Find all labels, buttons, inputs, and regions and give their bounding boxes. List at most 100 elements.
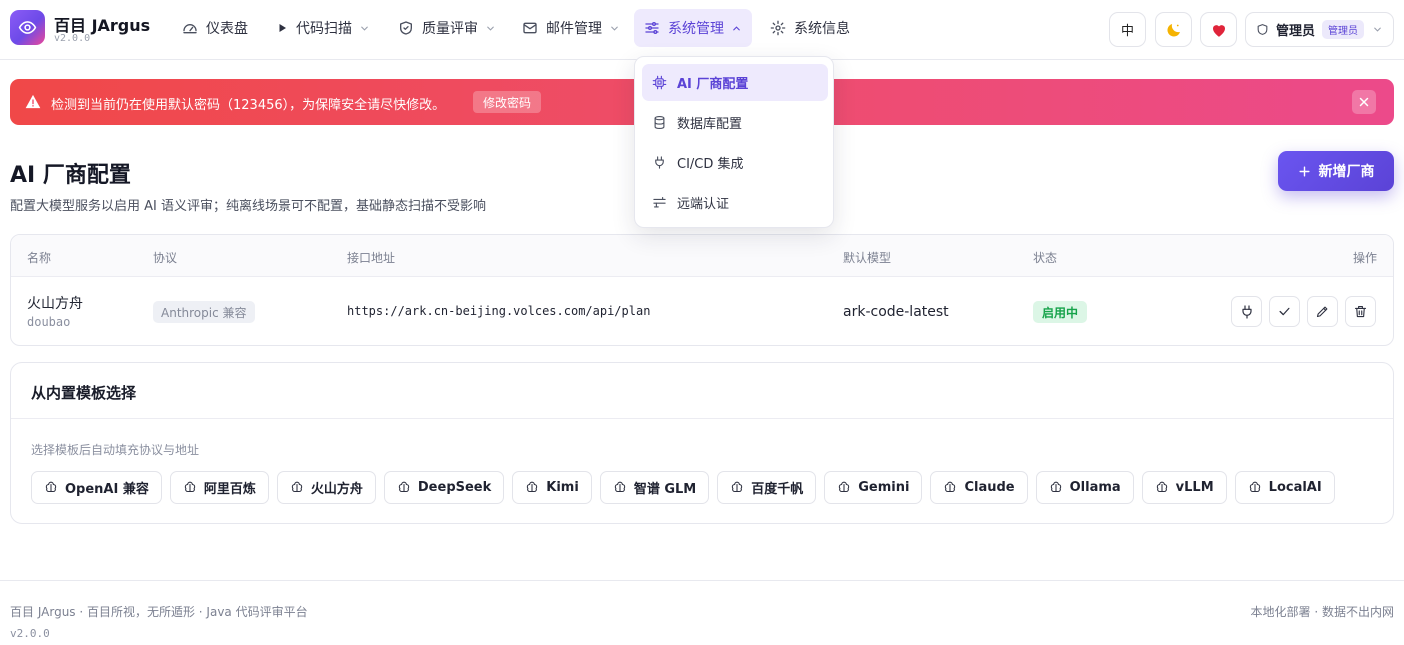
moon-icon — [1166, 23, 1180, 37]
template-panel-title: 从内置模板选择 — [31, 384, 137, 402]
template-chip[interactable]: vLLM — [1141, 471, 1227, 504]
chip-brain-icon — [614, 481, 626, 492]
heart-icon — [1212, 24, 1225, 37]
set-default-button[interactable] — [1269, 296, 1300, 327]
menu-item-remote-auth[interactable]: 远端认证 — [642, 184, 828, 221]
template-chip[interactable]: OpenAI 兼容 — [31, 471, 162, 504]
template-chip[interactable]: Claude — [930, 471, 1028, 504]
cpu-icon — [652, 75, 667, 90]
theme-toggle-button[interactable] — [1155, 12, 1192, 47]
template-chip[interactable]: Kimi — [512, 471, 592, 504]
column-header: 接口地址 — [347, 251, 396, 265]
favorite-button[interactable] — [1200, 12, 1237, 47]
app-logo[interactable] — [10, 10, 45, 45]
server-icon — [653, 196, 666, 208]
chip-brain-icon — [45, 481, 57, 492]
pencil-icon — [1316, 306, 1328, 318]
template-chip-label: DeepSeek — [417, 480, 492, 495]
template-chip-label: 阿里百炼 — [203, 482, 256, 497]
nav-label: 代码扫描 — [296, 21, 352, 37]
template-chip[interactable]: LocalAI — [1234, 471, 1335, 504]
plus-icon — [1298, 165, 1311, 178]
column-header: 操作 — [1352, 251, 1377, 265]
template-chip-label: Claude — [964, 480, 1015, 495]
brand-version: v2.0.0 — [54, 33, 91, 44]
chevron-down-icon — [485, 23, 496, 34]
nav-system-management[interactable]: 系统管理 — [634, 9, 752, 47]
chip-brain-icon — [1050, 481, 1061, 492]
protocol-badge: Anthropic 兼容 — [153, 301, 255, 323]
template-chip-label: Gemini — [858, 480, 910, 495]
chip-brain-icon — [839, 481, 850, 492]
chip-brain-icon — [291, 481, 303, 492]
nav-label: 仪表盘 — [206, 21, 248, 37]
nav-label: 质量评审 — [422, 21, 478, 37]
check-icon — [1279, 307, 1290, 316]
vendor-name: 火山方舟 — [27, 296, 83, 312]
trash-icon — [1354, 305, 1367, 318]
template-chip[interactable]: Ollama — [1035, 471, 1134, 504]
menu-item-ai-vendor[interactable]: AI 厂商配置 — [642, 64, 828, 101]
template-chip[interactable]: Gemini — [824, 471, 923, 504]
table-header: 名称 协议 接口地址 默认模型 状态 操作 — [11, 235, 1393, 277]
nav-code-scan[interactable]: 代码扫描 — [266, 9, 380, 47]
shield-icon — [398, 20, 414, 36]
nav-label: 邮件管理 — [546, 21, 602, 37]
template-chip[interactable]: 火山方舟 — [276, 471, 376, 504]
template-chip[interactable]: DeepSeek — [383, 471, 505, 504]
sliders-icon — [644, 20, 660, 36]
warning-icon — [25, 94, 41, 109]
chevron-down-icon — [1372, 24, 1383, 35]
alert-close-button[interactable] — [1352, 90, 1376, 114]
nav-quality-review[interactable]: 质量评审 — [388, 9, 506, 47]
default-model: ark-code-latest — [843, 304, 949, 320]
nav-label: 系统管理 — [668, 21, 724, 37]
template-chip[interactable]: 智谱 GLM — [599, 471, 710, 504]
add-vendor-label: 新增厂商 — [1318, 164, 1375, 180]
user-menu-button[interactable]: 管理员 管理员 — [1245, 12, 1394, 47]
plug-icon — [655, 156, 664, 169]
template-panel: 从内置模板选择 选择模板后自动填充协议与地址 OpenAI 兼容 阿里百炼 火山方舟… — [10, 362, 1394, 524]
add-vendor-button[interactable]: 新增厂商 — [1278, 151, 1394, 191]
template-chip-label: LocalAI — [1268, 480, 1322, 495]
template-chip-label: 智谱 GLM — [633, 482, 697, 497]
template-chip[interactable]: 百度千帆 — [717, 471, 817, 504]
plug-icon — [1241, 304, 1252, 319]
template-hint: 选择模板后自动填充协议与地址 — [31, 443, 200, 457]
template-chip-list: OpenAI 兼容 阿里百炼 火山方舟 DeepSeek Kimi 智谱 GLM 百度千帆 G… — [31, 471, 1335, 504]
top-bar: 百目 JArgus v2.0.0 仪表盘 代码扫描 质量评审 邮件管理 系统管理… — [0, 0, 1404, 60]
chip-brain-icon — [1249, 481, 1260, 492]
footer-divider — [0, 580, 1404, 581]
shield-icon — [1257, 24, 1268, 35]
edit-vendor-button[interactable] — [1307, 296, 1338, 327]
nav-mail-management[interactable]: 邮件管理 — [512, 9, 630, 47]
chevron-up-icon — [731, 23, 742, 34]
gauge-icon — [182, 20, 198, 36]
nav-system-info[interactable]: 系统信息 — [760, 9, 860, 47]
footer-tagline: 百目 JArgus · 百目所视，无所遁形 · Java 代码评审平台 — [10, 605, 308, 619]
close-icon — [1359, 97, 1369, 107]
delete-vendor-button[interactable] — [1345, 296, 1376, 327]
column-header: 协议 — [153, 251, 178, 265]
menu-item-cicd[interactable]: CI/CD 集成 — [642, 144, 828, 181]
template-chip[interactable]: 阿里百炼 — [169, 471, 269, 504]
alert-message: 检测到当前仍在使用默认密码（123456），为保障安全请尽快修改。 — [51, 98, 446, 113]
nav-dashboard[interactable]: 仪表盘 — [172, 9, 258, 47]
divider — [11, 418, 1393, 419]
footer-note: 本地化部署 · 数据不出内网 — [1250, 605, 1394, 619]
language-toggle-button[interactable]: 中 — [1109, 12, 1146, 47]
chip-brain-icon — [732, 481, 743, 492]
template-chip-label: 百度千帆 — [751, 482, 804, 497]
status-badge: 启用中 — [1033, 301, 1088, 323]
vendor-code: doubao — [27, 315, 71, 329]
column-header: 名称 — [27, 251, 52, 265]
template-chip-label: OpenAI 兼容 — [65, 482, 149, 497]
change-password-button[interactable]: 修改密码 — [473, 91, 542, 113]
menu-item-database[interactable]: 数据库配置 — [642, 104, 828, 141]
test-connection-button[interactable] — [1231, 296, 1262, 327]
menu-item-label: 数据库配置 — [677, 117, 743, 132]
nav-label: 系统信息 — [794, 21, 850, 37]
language-label: 中 — [1120, 24, 1134, 39]
system-management-dropdown: AI 厂商配置 数据库配置 CI/CD 集成 远端认证 — [634, 56, 834, 228]
vendor-table: 名称 协议 接口地址 默认模型 状态 操作 火山方舟 doubao Anthro… — [10, 234, 1394, 346]
